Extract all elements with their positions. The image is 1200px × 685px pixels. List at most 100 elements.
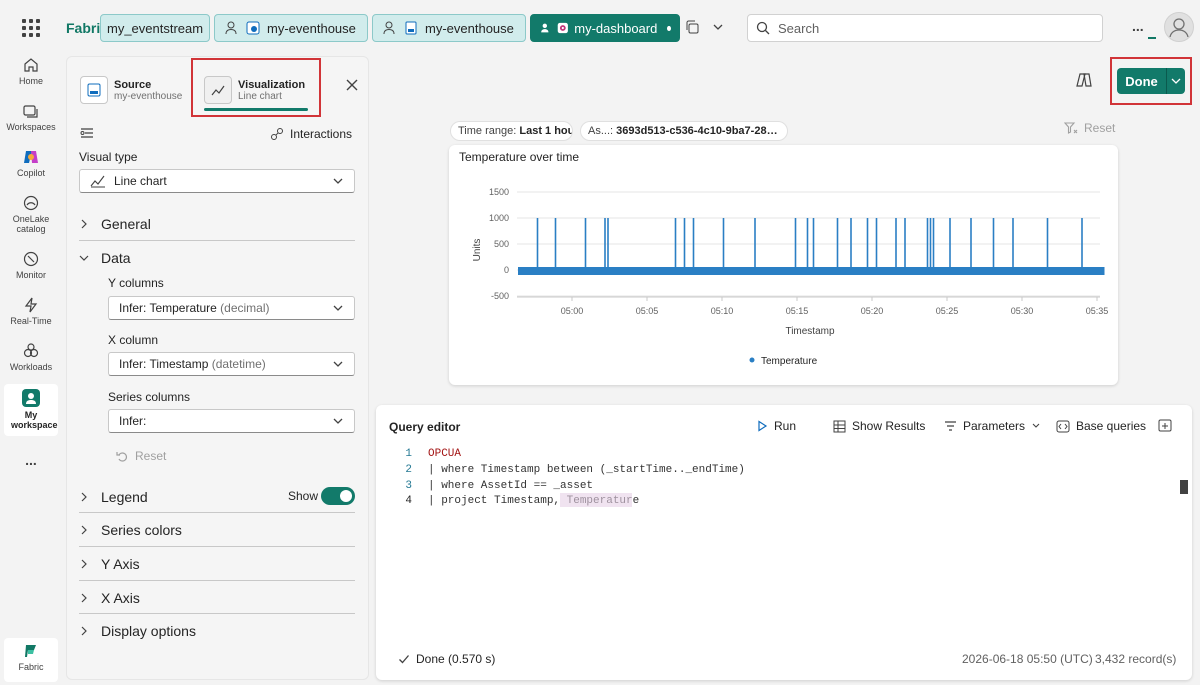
chevron-down-icon[interactable] <box>1167 75 1185 87</box>
line-chart-icon <box>204 76 232 104</box>
record-count: 3,432 record(s) <box>1095 652 1177 666</box>
asset-pill[interactable]: As...: 3693d513-c536-4c10-9ba7-28ce8... <box>580 121 788 141</box>
chevron-right-icon <box>81 525 87 534</box>
search-icon <box>756 21 770 35</box>
x-column-type: (datetime) <box>211 357 266 371</box>
parameters-button[interactable]: Parameters <box>944 419 1041 433</box>
legend-marker <box>749 357 755 363</box>
x-tick-label: 05:00 <box>561 306 584 316</box>
y-columns-select[interactable]: Infer: Temperature (decimal) <box>108 296 355 320</box>
chevron-down-icon <box>333 178 343 184</box>
rail-more-button[interactable]: ... <box>4 452 58 468</box>
pane-settings-icon[interactable] <box>80 127 94 142</box>
filter-reset-icon <box>1064 122 1078 134</box>
expand-editor-icon[interactable] <box>1158 419 1172 435</box>
rail-item-workloads[interactable]: Workloads <box>4 342 58 372</box>
copilot-icon[interactable] <box>1075 71 1093 92</box>
section-data[interactable]: Data <box>79 241 355 274</box>
x-column-select[interactable]: Infer: Timestamp (datetime) <box>108 352 355 376</box>
show-results-button[interactable]: Show Results <box>833 419 925 433</box>
rail-label: Monitor <box>15 270 46 280</box>
section-label: Data <box>101 249 131 266</box>
rail-item-home[interactable]: Home <box>4 56 58 86</box>
line-number: 3 <box>405 480 412 492</box>
app-launcher-icon[interactable] <box>22 19 40 37</box>
visual-type-value: Line chart <box>114 174 167 188</box>
run-button[interactable]: Run <box>756 419 796 433</box>
section-general[interactable]: General <box>79 207 355 240</box>
parameters-icon <box>945 421 956 431</box>
interactions-button[interactable]: Interactions <box>270 127 352 141</box>
section-display-options[interactable]: Display options <box>79 614 355 647</box>
code-line-1[interactable]: OPCUA <box>428 448 461 460</box>
section-label: Series colors <box>101 521 182 538</box>
duplicate-tab-icon[interactable] <box>684 19 700 38</box>
tab-label: my-eventhouse <box>267 20 356 36</box>
chart-tile[interactable]: Temperature over time 1500 1000 500 0 -500 05… <box>449 145 1118 385</box>
rail-label: OneLake catalog <box>12 214 50 234</box>
close-icon[interactable] <box>345 78 359 95</box>
asset-value: 3693d513-c536-4c10-9ba7-28ce8... <box>616 125 780 137</box>
x-tick-label: 05:10 <box>711 306 734 316</box>
rail-label: Fabric <box>18 662 44 672</box>
visual-type-select[interactable]: Line chart <box>79 169 355 193</box>
home-icon <box>24 58 38 72</box>
code-icon <box>1056 420 1070 432</box>
x-tick-label: 05:20 <box>861 306 884 316</box>
status-text: Done (0.570 s) <box>416 652 496 666</box>
y-tick-label: 0 <box>504 265 509 275</box>
x-axis-title: Timestamp <box>785 326 835 337</box>
chevron-right-icon <box>81 219 87 228</box>
tab-eventstream[interactable]: my_eventstream <box>100 14 210 42</box>
rail-label: Real-Time <box>10 316 52 326</box>
chevron-right-icon <box>81 593 87 602</box>
reset-data-button[interactable]: Reset <box>116 449 166 463</box>
editor-scrollbar-thumb[interactable] <box>1180 480 1188 494</box>
section-x-axis[interactable]: X Axis <box>79 581 355 614</box>
reset-parameters-button[interactable]: Reset <box>1064 121 1115 135</box>
time-range-pill[interactable]: Time range: Last 1 hour <box>450 121 573 141</box>
rail-item-realtime[interactable]: Real-Time <box>4 296 58 326</box>
chevron-down-icon[interactable] <box>712 21 724 36</box>
tab-eventhouse-2[interactable]: my-eventhouse <box>372 14 526 42</box>
time-range-label: Time range: <box>458 125 517 137</box>
more-options-button[interactable]: ... <box>1132 18 1144 34</box>
x-tick-label: 05:15 <box>786 306 809 316</box>
series-columns-select[interactable]: Infer: <box>108 409 355 433</box>
section-y-axis[interactable]: Y Axis <box>79 547 355 580</box>
rail-item-fabric[interactable]: Fabric <box>4 638 58 682</box>
query-editor-title: Query editor <box>389 420 461 434</box>
rail-item-onelake[interactable]: OneLake catalog <box>4 194 58 234</box>
y-tick-label: -500 <box>491 291 509 301</box>
visualization-subtitle: Line chart <box>238 90 282 102</box>
rail-item-my-workspace[interactable]: My workspace <box>4 384 58 436</box>
tab-eventhouse-1[interactable]: my-eventhouse <box>214 14 368 42</box>
code-line-3[interactable]: | where AssetId == _asset <box>428 480 593 492</box>
done-button[interactable]: Done <box>1117 68 1185 94</box>
base-queries-button[interactable]: Base queries <box>1056 419 1146 433</box>
realtime-icon <box>24 297 38 313</box>
rail-item-monitor[interactable]: Monitor <box>4 250 58 280</box>
chart-title: Temperature over time <box>459 150 579 164</box>
series-columns-label: Series columns <box>108 390 191 404</box>
tab-dashboard[interactable]: my-dashboard <box>530 14 680 42</box>
fabric-logo-icon <box>25 645 36 657</box>
show-results-label: Show Results <box>852 419 926 433</box>
rail-item-workspaces[interactable]: Workspaces <box>4 102 58 132</box>
avatar[interactable] <box>1164 12 1194 42</box>
code-line-2[interactable]: | where Timestamp between (_startTime.._… <box>428 464 745 476</box>
left-rail: Home Workspaces Copilot OneLake catalog … <box>0 46 62 685</box>
search-box[interactable] <box>747 14 1103 42</box>
search-input[interactable] <box>776 19 1076 37</box>
base-queries-label: Base queries <box>1076 419 1147 433</box>
dashboard-icon <box>557 22 568 34</box>
tab-visualization[interactable]: Visualization Line chart <box>204 68 305 112</box>
person-icon <box>225 21 237 35</box>
legend-toggle[interactable] <box>321 487 355 505</box>
active-tab-indicator <box>204 108 308 111</box>
x-column-value: Infer: Timestamp <box>119 357 209 371</box>
reset-label: Reset <box>135 449 167 463</box>
section-series-colors[interactable]: Series colors <box>79 513 355 546</box>
tab-source[interactable]: Source my-eventhouse <box>80 68 182 112</box>
rail-item-copilot[interactable]: Copilot <box>4 148 58 178</box>
